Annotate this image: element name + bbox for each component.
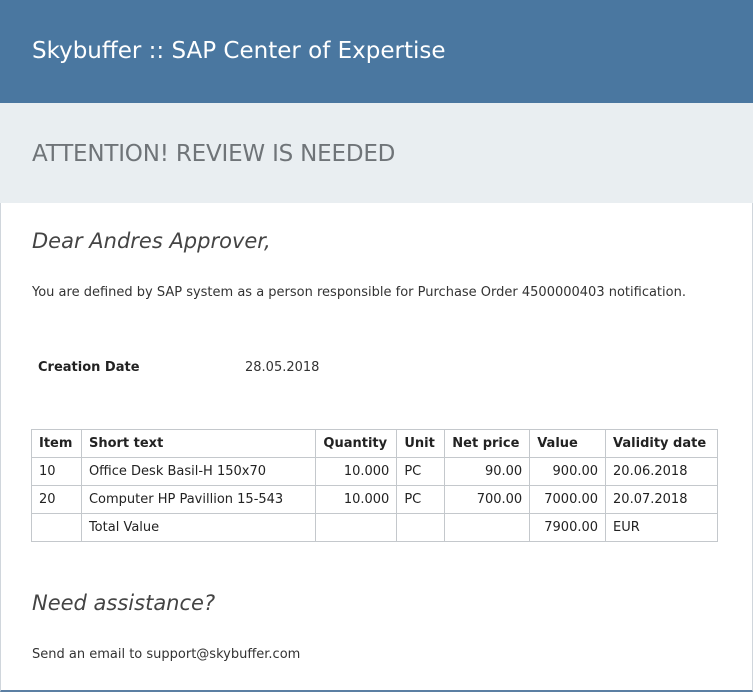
- cell-item: 20: [31, 485, 82, 514]
- cell-unit: PC: [396, 457, 446, 486]
- col-header-value: Value: [529, 429, 607, 458]
- cell-total-value: 7900.00: [529, 513, 607, 542]
- cell-unit: [396, 513, 446, 542]
- col-header-net-price: Net price: [444, 429, 531, 458]
- cell-net-price: 90.00: [444, 457, 531, 486]
- cell-validity-date: 20.07.2018: [605, 485, 718, 514]
- table-header-row: Item Short text Quantity Unit Net price …: [31, 429, 718, 458]
- col-header-item: Item: [31, 429, 82, 458]
- assistance-text: Send an email to support@skybuffer.com: [32, 647, 301, 662]
- cell-item: [31, 513, 82, 542]
- cell-quantity: [315, 513, 398, 542]
- greeting: Dear Andres Approver,: [32, 229, 271, 253]
- assistance-heading: Need assistance?: [32, 591, 216, 615]
- cell-value: 900.00: [529, 457, 607, 486]
- cell-net-price: [444, 513, 531, 542]
- intro-text: You are defined by SAP system as a perso…: [32, 285, 686, 300]
- col-header-unit: Unit: [396, 429, 446, 458]
- attention-banner: ATTENTION! REVIEW IS NEEDED: [0, 103, 753, 203]
- cell-currency: EUR: [605, 513, 718, 542]
- creation-date-value: 28.05.2018: [245, 360, 320, 375]
- header-title: Skybuffer :: SAP Center of Expertise: [32, 38, 446, 64]
- attention-text: ATTENTION! REVIEW IS NEEDED: [32, 141, 396, 167]
- col-header-short-text: Short text: [80, 429, 317, 458]
- table-row: 10 Office Desk Basil-H 150x70 10.000 PC …: [31, 457, 718, 486]
- cell-value: 7000.00: [529, 485, 607, 514]
- cell-validity-date: 20.06.2018: [605, 457, 718, 486]
- cell-short-text: Computer HP Pavillion 15-543: [80, 485, 317, 514]
- cell-quantity: 10.000: [315, 485, 398, 514]
- cell-unit: PC: [396, 485, 446, 514]
- cell-net-price: 700.00: [444, 485, 531, 514]
- cell-short-text: Office Desk Basil-H 150x70: [80, 457, 317, 486]
- cell-item: 10: [31, 457, 82, 486]
- col-header-quantity: Quantity: [315, 429, 398, 458]
- header-bar: Skybuffer :: SAP Center of Expertise: [0, 0, 753, 103]
- table-row: 20 Computer HP Pavillion 15-543 10.000 P…: [31, 485, 718, 514]
- purchase-order-table: Item Short text Quantity Unit Net price …: [31, 429, 718, 542]
- col-header-validity-date: Validity date: [605, 429, 718, 458]
- cell-quantity: 10.000: [315, 457, 398, 486]
- cell-total-label: Total Value: [80, 513, 317, 542]
- creation-date-label: Creation Date: [38, 360, 140, 375]
- table-total-row: Total Value 7900.00 EUR: [31, 513, 718, 542]
